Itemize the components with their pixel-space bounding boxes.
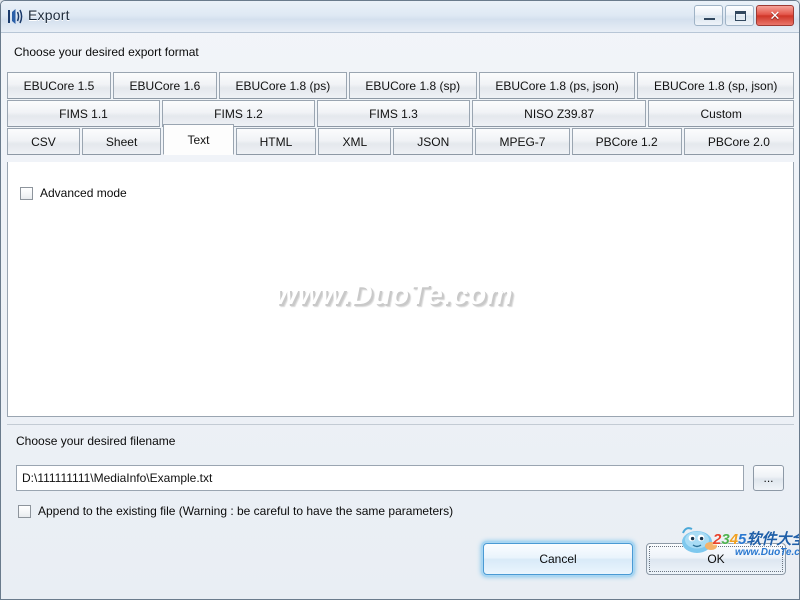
ok-button-label: OK bbox=[707, 552, 725, 566]
tab-mpeg-7[interactable]: MPEG-7 bbox=[475, 128, 570, 155]
tab-ebucore-1-8-sp-json[interactable]: EBUCore 1.8 (sp, json) bbox=[637, 72, 794, 99]
cancel-button-label: Cancel bbox=[539, 552, 577, 566]
append-file-checkbox[interactable] bbox=[18, 504, 31, 518]
minimize-button[interactable] bbox=[694, 5, 723, 26]
tab-xml[interactable]: XML bbox=[318, 128, 392, 155]
advanced-mode-checkbox[interactable] bbox=[20, 186, 33, 200]
tab-fims-1-1[interactable]: FIMS 1.1 bbox=[7, 100, 160, 127]
minimize-icon bbox=[704, 18, 715, 20]
tab-row-fims: FIMS 1.1 FIMS 1.2 FIMS 1.3 NISO Z39.87 C… bbox=[7, 100, 794, 128]
tab-ebucore-1-8-ps[interactable]: EBUCore 1.8 (ps) bbox=[218, 72, 347, 99]
tab-csv[interactable]: CSV bbox=[7, 128, 80, 155]
tab-pbcore-2-0[interactable]: PBCore 2.0 bbox=[683, 128, 794, 155]
browse-button[interactable]: ... bbox=[753, 465, 784, 491]
tab-pbcore-1-2[interactable]: PBCore 1.2 bbox=[571, 128, 682, 155]
tab-row-ebucore: EBUCore 1.5 EBUCore 1.6 EBUCore 1.8 (ps)… bbox=[7, 72, 794, 100]
tab-html[interactable]: HTML bbox=[235, 128, 317, 155]
tab-ebucore-1-8-ps-json[interactable]: EBUCore 1.8 (ps, json) bbox=[478, 72, 636, 99]
tab-ebucore-1-8-sp[interactable]: EBUCore 1.8 (sp) bbox=[348, 72, 477, 99]
append-file-checkbox-row[interactable]: Append to the existing file (Warning : b… bbox=[18, 504, 453, 518]
tab-text[interactable]: Text bbox=[163, 124, 234, 155]
section-divider bbox=[7, 424, 794, 425]
title-bar: Export ✕ bbox=[1, 1, 799, 33]
tab-ebucore-1-6[interactable]: EBUCore 1.6 bbox=[112, 72, 217, 99]
ok-button[interactable]: OK bbox=[646, 543, 786, 575]
tab-json[interactable]: JSON bbox=[393, 128, 474, 155]
watermark-text: www.DuoTe.com bbox=[275, 279, 513, 311]
tab-niso-z39-87[interactable]: NISO Z39.87 bbox=[472, 100, 647, 127]
sound-wave-icon bbox=[7, 8, 25, 25]
filename-input[interactable] bbox=[16, 465, 744, 491]
close-icon: ✕ bbox=[769, 8, 781, 23]
window-title: Export bbox=[28, 7, 70, 23]
advanced-mode-label: Advanced mode bbox=[40, 186, 127, 200]
tab-fims-1-3[interactable]: FIMS 1.3 bbox=[317, 100, 470, 127]
tab-fims-1-2[interactable]: FIMS 1.2 bbox=[162, 100, 315, 127]
tab-custom[interactable]: Custom bbox=[648, 100, 794, 127]
cancel-button[interactable]: Cancel bbox=[483, 543, 633, 575]
tab-row-text-formats: CSV Sheet Text HTML XML JSON MPEG-7 PBCo… bbox=[7, 124, 794, 156]
maximize-icon bbox=[735, 11, 746, 21]
close-button[interactable]: ✕ bbox=[756, 5, 794, 26]
window-controls: ✕ bbox=[694, 5, 794, 27]
tab-sheet[interactable]: Sheet bbox=[81, 128, 162, 155]
advanced-mode-checkbox-row[interactable]: Advanced mode bbox=[20, 186, 127, 200]
export-format-label: Choose your desired export format bbox=[14, 45, 199, 59]
append-file-label: Append to the existing file (Warning : b… bbox=[38, 504, 454, 518]
maximize-button[interactable] bbox=[725, 5, 754, 26]
tab-ebucore-1-5[interactable]: EBUCore 1.5 bbox=[7, 72, 111, 99]
filename-label: Choose your desired filename bbox=[16, 434, 176, 448]
export-dialog-window: Export ✕ Choose your desired export form… bbox=[0, 0, 800, 600]
format-tabs: EBUCore 1.5 EBUCore 1.6 EBUCore 1.8 (ps)… bbox=[7, 72, 794, 156]
